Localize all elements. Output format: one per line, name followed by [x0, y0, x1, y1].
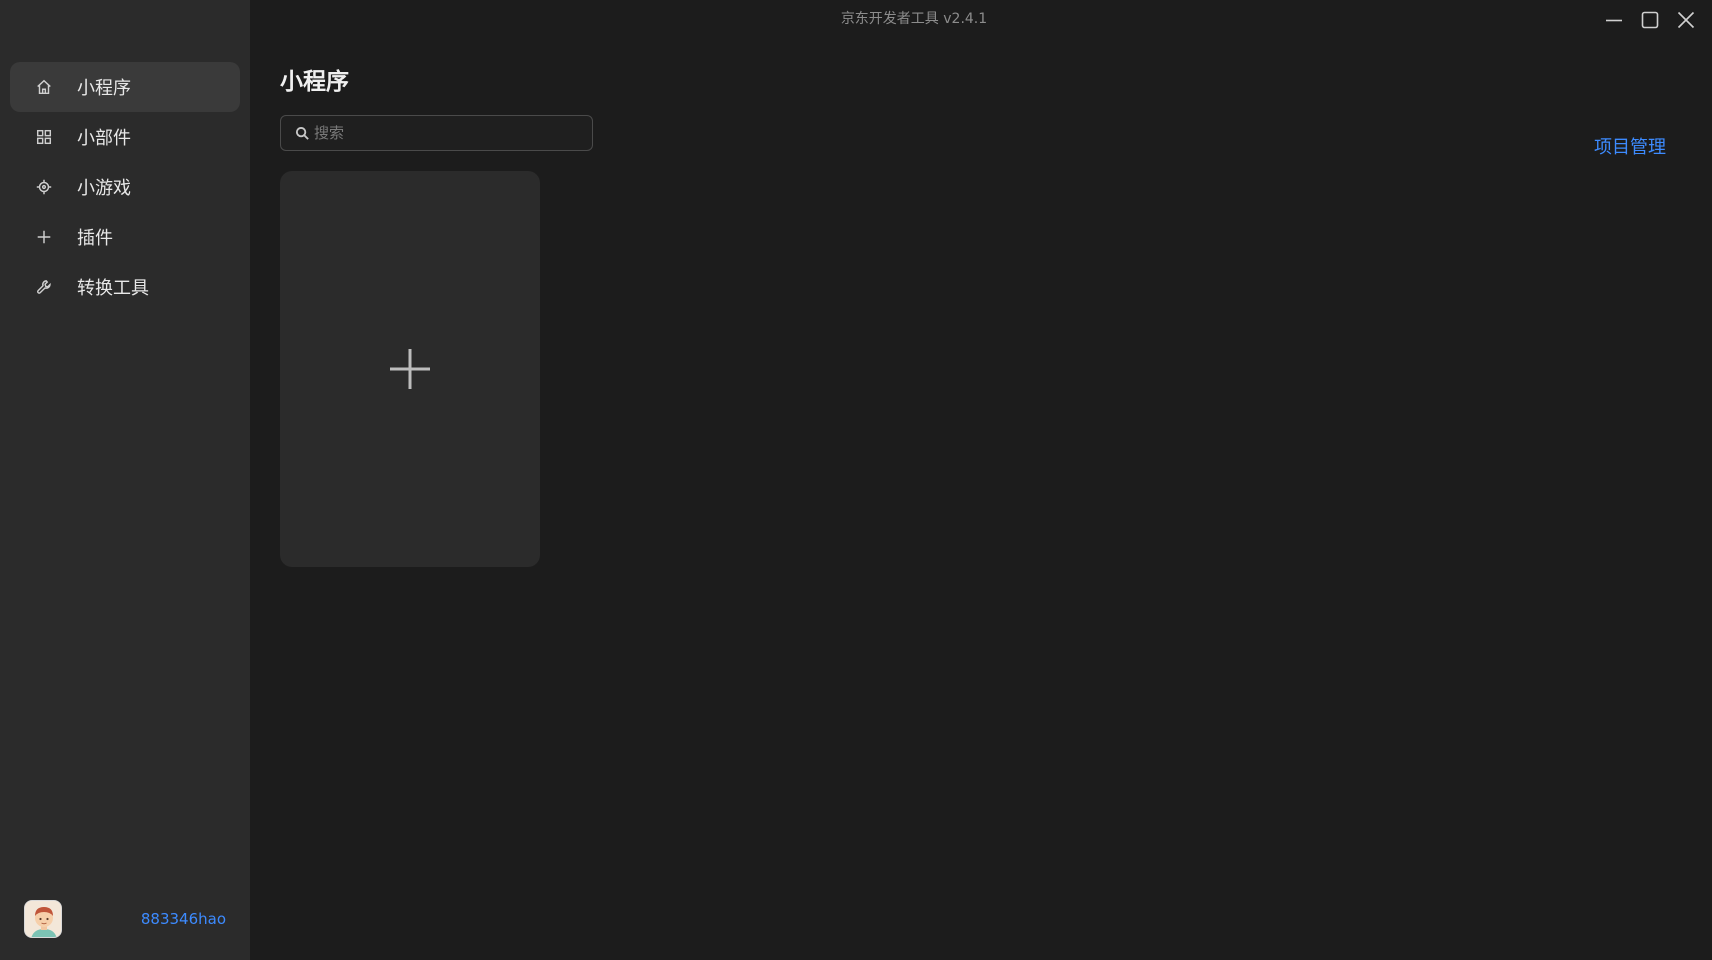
sidebar-item-label: 小程序: [77, 78, 131, 99]
home-icon: [34, 77, 54, 97]
app-window: 小程序 小部件 小游戏 插件 转换工具 883346hao 京东开发者工具 v2…: [0, 0, 1712, 960]
sidebar-item-plugin[interactable]: 插件: [10, 212, 240, 262]
grid-icon: [34, 127, 54, 147]
search-icon: [295, 126, 309, 140]
sidebar-item-convert-tool[interactable]: 转换工具: [10, 262, 240, 312]
plus-icon: [390, 349, 430, 389]
main-content: 小程序 项目管理: [250, 0, 1712, 960]
project-management-link[interactable]: 项目管理: [1594, 133, 1666, 159]
sidebar-item-label: 插件: [77, 228, 113, 249]
sidebar-nav: 小程序 小部件 小游戏 插件 转换工具: [10, 62, 240, 312]
wrench-icon: [34, 277, 54, 297]
sidebar-item-label: 小游戏: [77, 178, 131, 199]
sidebar-item-label: 小部件: [77, 128, 131, 149]
sidebar-item-label: 转换工具: [77, 278, 149, 299]
sidebar: 小程序 小部件 小游戏 插件 转换工具 883346hao: [0, 0, 250, 960]
target-icon: [34, 177, 54, 197]
search-input[interactable]: [314, 124, 584, 142]
search-box[interactable]: [280, 115, 593, 151]
sidebar-item-widget[interactable]: 小部件: [10, 112, 240, 162]
sidebar-item-mini-program[interactable]: 小程序: [10, 62, 240, 112]
avatar[interactable]: [24, 900, 62, 938]
sidebar-item-mini-game[interactable]: 小游戏: [10, 162, 240, 212]
add-project-card[interactable]: [280, 171, 540, 567]
user-profile[interactable]: 883346hao: [24, 900, 226, 938]
page-title: 小程序: [280, 69, 349, 95]
username[interactable]: 883346hao: [141, 910, 226, 928]
plus-icon: [34, 227, 54, 247]
